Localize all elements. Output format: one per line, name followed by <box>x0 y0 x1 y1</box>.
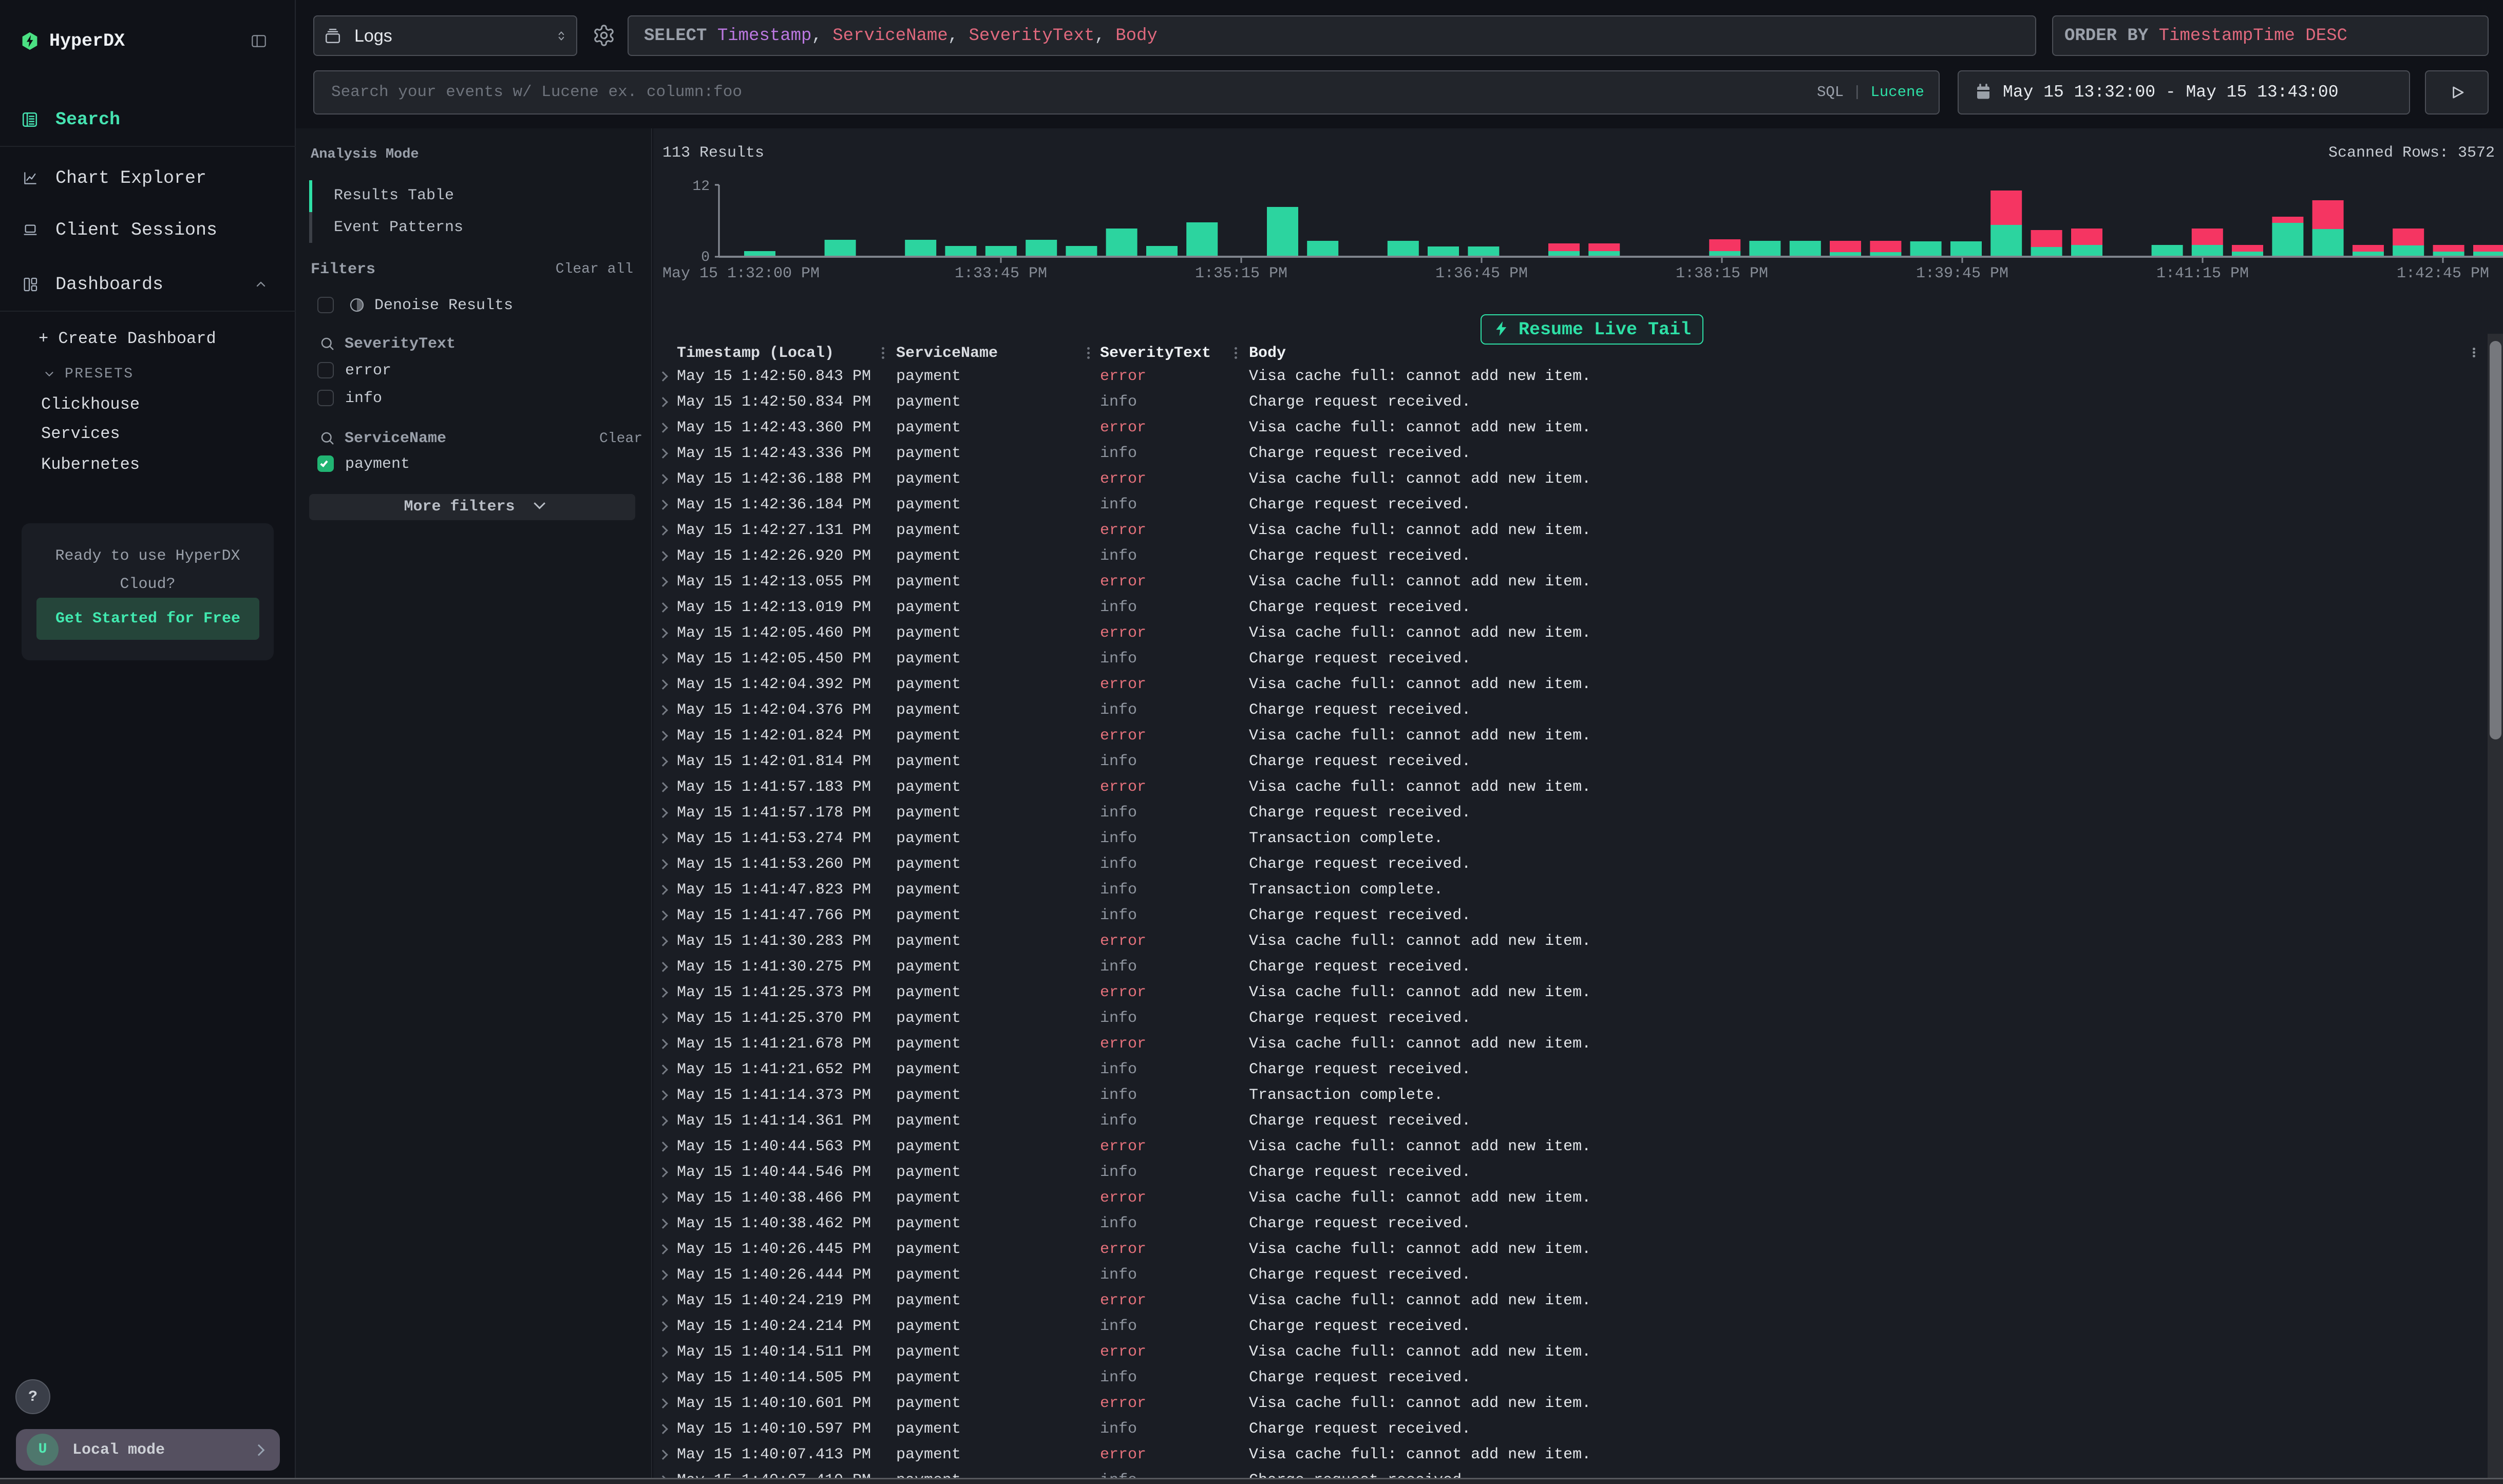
svg-text:0: 0 <box>701 250 710 265</box>
svg-text:May 15 1:32:00 PM: May 15 1:32:00 PM <box>662 265 820 282</box>
svg-text:1:35:15 PM: 1:35:15 PM <box>1195 265 1287 282</box>
svg-text:1:36:45 PM: 1:36:45 PM <box>1435 265 1528 282</box>
svg-text:1:33:45 PM: 1:33:45 PM <box>955 265 1047 282</box>
svg-text:1:39:45 PM: 1:39:45 PM <box>1916 265 2008 282</box>
svg-text:1:38:15 PM: 1:38:15 PM <box>1676 265 1768 282</box>
svg-text:1:42:45 PM: 1:42:45 PM <box>2397 265 2489 282</box>
svg-text:12: 12 <box>692 179 710 195</box>
svg-text:1:41:15 PM: 1:41:15 PM <box>2156 265 2249 282</box>
